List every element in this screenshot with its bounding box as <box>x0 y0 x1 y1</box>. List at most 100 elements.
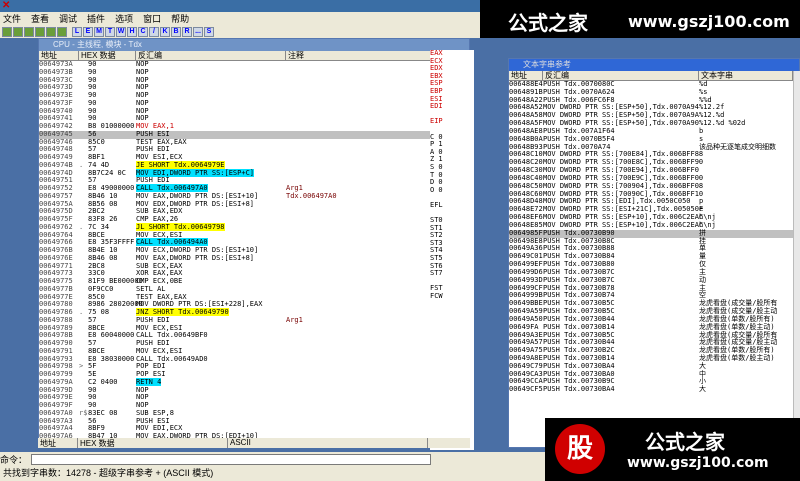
command-input[interactable] <box>31 453 432 465</box>
dump-column-header[interactable]: HEX 数据 <box>78 438 228 448</box>
disassembly-row[interactable]: 0064979E 90 NOP <box>39 393 461 402</box>
marker-cell <box>79 325 88 333</box>
toolbar-button-12[interactable]: S <box>204 26 214 37</box>
disasm-cell: RETN 4 <box>136 377 286 387</box>
toolbar-button[interactable] <box>57 26 67 37</box>
string-text-cell: %d <box>699 80 708 88</box>
column-header[interactable]: 文本字串 <box>699 71 793 80</box>
toolbar-button[interactable] <box>24 26 34 37</box>
toolbar-button-6[interactable]: C <box>138 26 148 37</box>
disassembly-row[interactable]: 0064973C 90 NOP <box>39 76 461 85</box>
toolbar-button-2[interactable]: M <box>94 26 104 37</box>
register-line[interactable]: FCW <box>430 292 474 301</box>
disassembly-row[interactable]: 0064979D 90 NOP <box>39 386 461 395</box>
disassembly-row[interactable]: 0064973F 90 NOP <box>39 99 461 108</box>
disassembly-row[interactable]: 0064973A 90 NOP <box>39 60 461 69</box>
string-list[interactable]: 地址 反汇编 文本字串 006488E4 PUSH Tdx.0070080C %d 006… <box>509 71 793 447</box>
toolbar-button[interactable] <box>35 26 45 37</box>
toolbar-button-7[interactable]: / <box>149 26 159 37</box>
marker-cell <box>79 131 88 139</box>
disassembly-row[interactable]: 006497A0 r$ 83EC 08 SUB ESP,8 <box>39 409 461 418</box>
marker-cell <box>79 170 88 178</box>
register-line[interactable]: EDI <box>430 103 474 111</box>
toolbar-button-4[interactable]: W <box>116 26 126 37</box>
disassembly-row[interactable]: 0064974D 8B7C24 0C MOV EDI,DWORD PTR SS:[E… <box>39 168 461 178</box>
marker-cell: . <box>79 160 84 169</box>
string-text-cell: p <box>699 197 704 206</box>
disassembly-row[interactable]: 0064973D 90 NOP <box>39 83 461 92</box>
string-text-cell: %12.%d %02d <box>699 119 746 128</box>
dump-column-header[interactable]: ASCII <box>228 438 428 448</box>
disassembly-row[interactable]: 0064973B 90 NOP <box>39 68 461 77</box>
string-text-cell <box>699 167 793 175</box>
toolbar-button[interactable] <box>2 26 12 37</box>
string-text-cell <box>699 183 793 191</box>
string-rows[interactable]: 006488E4 PUSH Tdx.0070080C %d 0064891B PUSH … <box>509 80 793 394</box>
marker-cell <box>79 193 88 201</box>
disassembly-pane[interactable]: 地址 HEX 数据 反汇编 注释 0064973A 90 NOP 0064973B 90 NOP… <box>39 51 461 439</box>
column-header[interactable]: 地址 <box>509 71 543 80</box>
toolbar-button-1[interactable]: E <box>83 26 93 37</box>
column-header[interactable]: 地址 <box>39 51 79 60</box>
toolbar-button-11[interactable]: ... <box>193 26 203 37</box>
disassembly-row[interactable]: 00649786. 75 08 JNZ SHORT Tdx.00649790 <box>39 308 461 317</box>
menu-item[interactable]: 选项 <box>115 12 133 25</box>
close-icon[interactable]: ✕ <box>2 0 10 11</box>
string-reference-window[interactable]: 文本字串参考 地址 反汇编 文本字串 006488E4 PUSH Tdx.007008… <box>508 58 800 448</box>
menu-item[interactable]: 查看 <box>31 12 49 25</box>
marker-cell <box>79 139 88 147</box>
toolbar-button[interactable] <box>13 26 23 37</box>
string-row[interactable]: 00649CF5 PUSH Tdx.00730BA4 大 <box>509 385 793 394</box>
register-line[interactable]: EIP <box>430 118 474 126</box>
marker-cell <box>79 100 88 108</box>
disassembly-row[interactable]: 00649742 B8 01000000 MOV EAX,1 <box>39 122 461 131</box>
marker-cell <box>79 177 88 185</box>
toolbar-button[interactable] <box>46 26 56 37</box>
toolbar-button-8[interactable]: K <box>160 26 170 37</box>
disassembly-row[interactable]: 00649793 E8 38030000 CALL Tdx.00649AD0 <box>39 355 461 364</box>
menu-item[interactable]: 插件 <box>87 12 105 25</box>
toolbar-button-0[interactable]: L <box>72 26 82 37</box>
marker-cell <box>79 77 88 85</box>
string-text-cell: 大 <box>699 385 706 394</box>
column-header[interactable]: HEX 数据 <box>79 51 136 60</box>
marker-cell <box>79 208 88 216</box>
toolbar-button-9[interactable]: B <box>171 26 181 37</box>
register-line[interactable]: EFL <box>430 201 474 210</box>
disasm-text: POP ESI <box>136 370 166 378</box>
disassembly-row[interactable]: 00649746 85C0 TEST EAX,EAX <box>39 138 461 147</box>
dump-column-header[interactable]: 地址 <box>38 438 78 448</box>
register-line[interactable]: ST7 <box>430 270 474 278</box>
string-text-cell: b <box>699 126 704 135</box>
disasm-text: CMP EAX,26 <box>136 215 179 223</box>
column-header[interactable]: 反汇编 <box>543 71 699 80</box>
menu-item[interactable]: 帮助 <box>171 12 189 25</box>
disassembly-row[interactable]: 00649798 >5F POP EDI <box>39 362 461 371</box>
command-label: 命令： <box>0 454 28 465</box>
column-header[interactable]: 反汇编 <box>136 51 286 60</box>
disassembly-row[interactable]: 0064973E 90 NOP <box>39 91 461 100</box>
marker-cell <box>79 394 88 402</box>
disassembly-rows[interactable]: 0064973A 90 NOP 0064973B 90 NOP 0064973C 90 NOP 0… <box>39 60 461 439</box>
toolbar-button-3[interactable]: T <box>105 26 115 37</box>
marker-cell <box>79 201 88 209</box>
menu-item[interactable]: 文件 <box>3 12 21 25</box>
string-scrollbar[interactable] <box>793 71 800 447</box>
disasm-cell: NOP <box>136 393 286 402</box>
disasm-cell: NOP <box>136 386 286 395</box>
registers-pane[interactable]: EAX ECX EDX EBX ESP EBP ESI EDI EIP C 0P 1A 0Z 1S… <box>430 50 474 450</box>
disassembly-row[interactable]: 00649740 90 NOP <box>39 107 461 116</box>
toolbar-button-5[interactable]: H <box>127 26 137 37</box>
disasm-cell: PUSH Tdx.00730BA4 <box>543 385 615 394</box>
marker-cell <box>79 69 88 77</box>
disassembly-row[interactable]: 0064979A C2 0400 RETN 4 <box>39 377 461 387</box>
toolbar-button-10[interactable]: R <box>182 26 192 37</box>
disasm-cell: NOP <box>136 60 286 69</box>
menu-item[interactable]: 窗口 <box>143 12 161 25</box>
cpu-window[interactable]: CPU - 主线程, 模块 - Tdx 地址 HEX 数据 反汇编 注释 006497… <box>38 38 470 448</box>
disassembly-row[interactable]: 0064978B E8 60040000 CALL Tdx.00649BF0 <box>39 331 461 340</box>
string-text-cell: 仅 <box>699 260 706 269</box>
menu-item[interactable]: 调试 <box>59 12 77 25</box>
register-line[interactable]: O 0 <box>430 186 474 195</box>
marker-cell <box>79 379 88 387</box>
